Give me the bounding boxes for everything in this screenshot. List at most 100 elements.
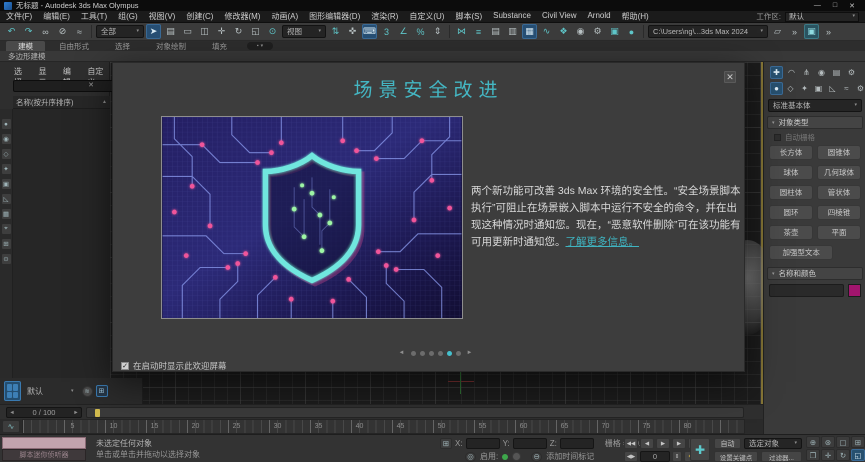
far-overflow-chevron-icon[interactable]: » [821,24,836,39]
set-key-button[interactable]: 设置关键点 [714,451,758,462]
pan-view-icon[interactable]: ✛ [821,449,835,461]
create-helpers-icon[interactable]: ◺ [826,82,839,95]
add-time-tag-label[interactable]: 添加时间标记 [546,451,594,462]
dialog-close-button[interactable]: ✕ [724,71,736,83]
maxscript-mini-listener[interactable]: 脚本迷你侦听器 [2,437,86,461]
play-animation-icon[interactable]: ▶ [656,438,670,449]
rendered-frame-window-icon[interactable]: ▣ [607,24,622,39]
explorer-item-list[interactable] [13,109,110,378]
filter-geometry-icon[interactable]: ◉ [1,133,12,145]
create-shapes-icon[interactable]: ◇ [784,82,797,95]
menu-civil-view[interactable]: Civil View [542,11,577,22]
zoom-all-icon[interactable]: ⊛ [821,436,835,448]
snaps-toggle-3d-icon[interactable]: 3 [379,24,394,39]
window-crossing-icon[interactable]: ◫ [197,24,212,39]
pager-dot-1[interactable] [411,351,416,356]
zoom-icon[interactable]: ⊕ [806,436,820,448]
viewport-layout-tab[interactable] [4,381,21,401]
filter-display-all-icon[interactable]: ● [1,118,12,130]
menu-graph-editors[interactable]: 图形编辑器(D) [309,11,360,22]
previous-frame-arrow-icon[interactable]: ◄ [7,410,17,416]
select-and-place-icon[interactable]: ⊙ [265,24,280,39]
material-editor-icon[interactable]: ◉ [573,24,588,39]
pager-dot-3[interactable] [429,351,434,356]
minimize-button[interactable]: — [814,2,821,10]
tab-hierarchy-icon[interactable]: ⋔ [800,66,813,79]
toolbar-overflow-chevron-icon[interactable]: » [787,24,802,39]
tab-utilities-icon[interactable]: ⚙ [845,66,858,79]
key-filter-dropdown[interactable]: 选定对象▾ [744,438,802,449]
ribbon-tab-modeling[interactable]: 建模 [6,41,45,51]
pager-dot-4[interactable] [438,351,443,356]
ribbon-tab-selection[interactable]: 选择 [103,41,142,51]
filter-xrefs-icon[interactable]: ⊙ [1,253,12,265]
select-and-scale-icon[interactable]: ◱ [248,24,263,39]
select-and-move-icon[interactable]: ✛ [214,24,229,39]
object-color-swatch[interactable] [848,284,861,297]
menu-group[interactable]: 组(G) [118,11,138,22]
mini-curve-editor-button[interactable]: ∿ [2,420,20,433]
asset-library-icon[interactable]: ▱ [770,24,785,39]
select-and-rotate-icon[interactable]: ↻ [231,24,246,39]
grid-layout-icon[interactable]: ⊞ [96,385,108,397]
filter-cameras-icon[interactable]: ▣ [1,178,12,190]
textplus-button[interactable]: 加强型文本 [769,245,833,260]
tube-button[interactable]: 管状体 [817,185,861,200]
zoom-region-icon[interactable]: ❒ [806,449,820,461]
maximize-button[interactable]: □ [833,2,837,10]
create-systems-icon[interactable]: ⚙ [854,82,865,95]
render-setup-icon[interactable]: ⚙ [590,24,605,39]
set-keys-button[interactable]: ✚ [690,438,710,461]
menu-create[interactable]: 创建(C) [186,11,213,22]
project-folder-dropdown[interactable]: C:\Users\ng\...3ds Max 2024▾ [648,25,768,38]
angle-snap-icon[interactable]: ∠ [396,24,411,39]
use-pivot-point-center-icon[interactable]: ⇅ [328,24,343,39]
pyramid-button[interactable]: 四棱锥 [817,205,861,220]
menu-tools[interactable]: 工具(T) [81,11,107,22]
percent-snap-icon[interactable]: % [413,24,428,39]
zoom-extents-all-icon[interactable]: ⊞ [851,436,865,448]
curve-editor-icon[interactable]: ∿ [539,24,554,39]
current-frame-field[interactable]: 0 [640,451,670,462]
frame-spinner-icon[interactable]: ⇕ [672,451,682,462]
key-filters-button[interactable]: 过滤器... [761,451,802,462]
unlink-selection-icon[interactable]: ⊘ [55,24,70,39]
pager-prev-icon[interactable]: ◄ [399,350,405,356]
render-production-icon[interactable]: ● [624,24,639,39]
filter-helpers-icon[interactable]: ◺ [1,193,12,205]
close-button[interactable]: ✕ [849,2,855,10]
save-scene-icon[interactable]: ▣ [804,24,819,39]
create-space-warps-icon[interactable]: ≈ [840,82,853,95]
redo-icon[interactable]: ↷ [21,24,36,39]
show-at-startup-checkbox[interactable]: ✓ [121,362,129,370]
reference-coordinate-dropdown[interactable]: 视图▾ [282,25,326,38]
z-coordinate-field[interactable] [560,438,594,449]
y-coordinate-field[interactable] [513,438,547,449]
menu-animation[interactable]: 动画(A) [271,11,298,22]
object-name-field[interactable] [769,284,844,297]
x-coordinate-field[interactable] [466,438,500,449]
menu-edit[interactable]: 编辑(E) [43,11,70,22]
macro-recorder-line[interactable] [2,437,86,449]
create-geometry-icon[interactable]: ● [770,82,783,95]
filter-containers-icon[interactable]: ⊞ [1,238,12,250]
menu-substance[interactable]: Substance [493,11,531,22]
select-object-icon[interactable]: ➤ [146,24,161,39]
time-slider-track[interactable] [86,407,744,418]
tab-create-icon[interactable]: ✚ [770,66,783,79]
cone-button[interactable]: 圆锥体 [817,145,861,160]
toggle-layer-explorer-icon[interactable]: ▥ [505,24,520,39]
next-frame-arrow-icon[interactable]: ► [71,410,81,416]
sphere-button[interactable]: 球体 [769,165,813,180]
primitive-category-dropdown[interactable]: 标准基本体▾ [768,99,862,112]
ribbon-tab-freeform[interactable]: 自由形式 [47,41,101,51]
menu-rendering[interactable]: 渲染(R) [371,11,398,22]
autogrid-checkbox[interactable] [774,134,781,141]
select-and-manipulate-icon[interactable]: ✜ [345,24,360,39]
workspace-selector[interactable]: 工作区: 默认▾ [756,11,859,22]
undo-icon[interactable]: ↶ [4,24,19,39]
next-frame-icon[interactable]: ▶ [672,438,686,449]
workspace-dropdown[interactable]: 默认▾ [785,12,859,22]
offset-mode-icon[interactable]: ◎ [465,452,476,462]
zoom-extents-icon[interactable]: ▢ [836,436,850,448]
